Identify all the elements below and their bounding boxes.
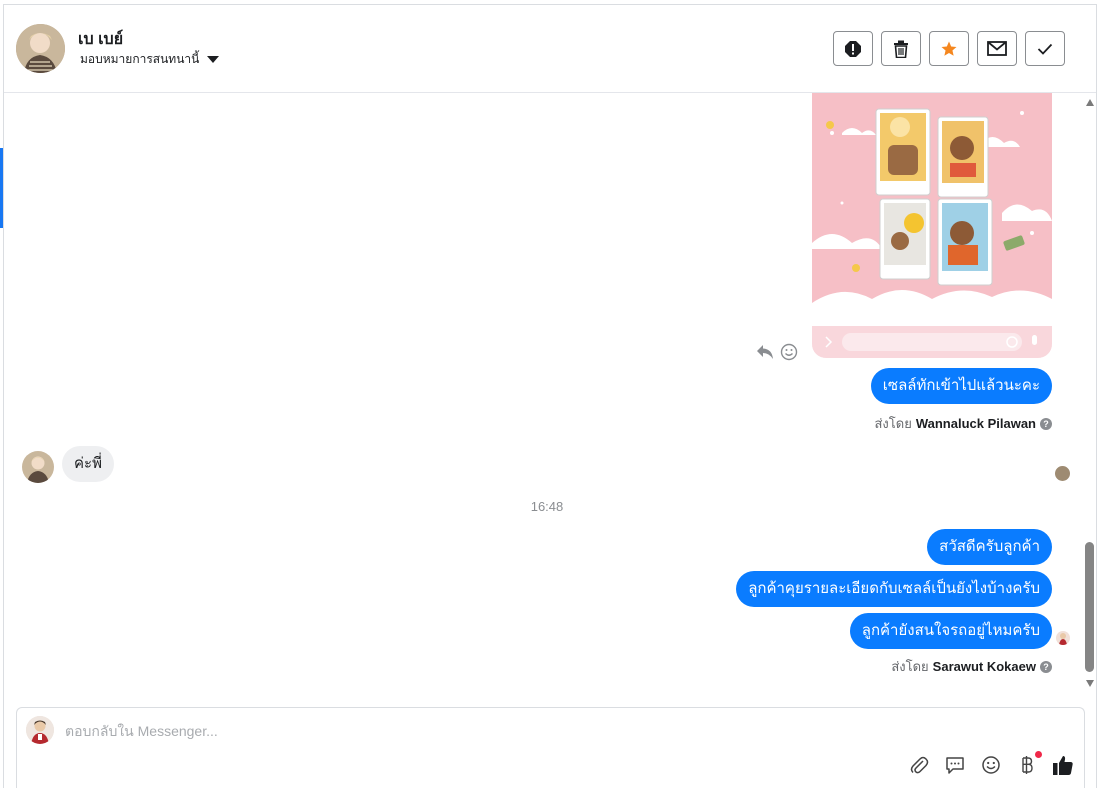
attach-icon [910, 756, 929, 774]
scroll-down-arrow-icon[interactable] [1086, 680, 1094, 687]
emoji-button[interactable] [980, 754, 1002, 776]
timestamp: 16:48 [530, 499, 564, 514]
sent-by-label: ส่งโดย Sarawut Kokaew ? [891, 656, 1052, 677]
scroll-thumb[interactable] [1085, 542, 1094, 672]
attach-button[interactable] [908, 754, 930, 776]
assign-conversation-dropdown[interactable]: มอบหมายการสนทนานี้ [80, 50, 220, 69]
sent-by-prefix: ส่งโดย [891, 659, 929, 674]
trash-icon [894, 40, 908, 58]
mark-done-button[interactable] [1025, 31, 1065, 66]
reply-input[interactable] [65, 720, 965, 742]
saved-replies-button[interactable] [944, 754, 966, 776]
contact-avatar-small [22, 451, 54, 483]
mark-spam-button[interactable] [833, 31, 873, 66]
contact-avatar[interactable] [16, 24, 65, 73]
composer-toolbar [908, 751, 1074, 776]
reply-icon[interactable] [756, 344, 774, 360]
baht-icon [1022, 756, 1033, 774]
payment-button[interactable] [1016, 751, 1042, 776]
header-actions [833, 31, 1065, 66]
agent-avatar [26, 716, 54, 744]
sender-name: Sarawut Kokaew [932, 659, 1036, 674]
outgoing-message[interactable]: ลูกค้าคุยรายละเอียดกับเซลล์เป็นยังไงบ้าง… [736, 571, 1052, 607]
star-button[interactable] [929, 31, 969, 66]
image-attachment[interactable] [812, 93, 1052, 358]
contact-name: เบ เบย์ [78, 31, 124, 48]
check-icon [1037, 43, 1053, 55]
mark-unread-button[interactable] [977, 31, 1017, 66]
thread-scrollbar[interactable] [1084, 93, 1097, 695]
message-thread[interactable]: เซลล์ทักเข้าไปแล้วนะคะ ส่งโดย Wannaluck … [4, 93, 1084, 695]
message-tools [756, 343, 798, 361]
sent-by-prefix: ส่งโดย [874, 416, 912, 431]
emoji-icon [982, 756, 1000, 774]
outgoing-message[interactable]: เซลล์ทักเข้าไปแล้วนะคะ [870, 368, 1052, 404]
help-icon[interactable]: ? [1040, 417, 1052, 430]
assign-label: มอบหมายการสนทนานี้ [80, 52, 200, 66]
scroll-up-arrow-icon[interactable] [1086, 99, 1094, 106]
outgoing-message[interactable]: ลูกค้ายังสนใจรถอยู่ไหมครับ [849, 613, 1052, 649]
conversation-header: เบ เบย์ มอบหมายการสนทนานี้ [4, 5, 1096, 93]
chat-bubble-icon [946, 757, 964, 774]
envelope-icon [987, 41, 1007, 56]
reply-composer [16, 707, 1085, 788]
sender-name: Wannaluck Pilawan [915, 416, 1036, 431]
alert-icon [845, 40, 861, 57]
active-indicator [0, 148, 3, 228]
help-icon[interactable]: ? [1040, 660, 1052, 673]
incoming-message[interactable]: ค่ะพี่ [62, 446, 114, 482]
outgoing-message[interactable]: สวัสดีครับลูกค้า [927, 529, 1052, 565]
caret-down-icon [207, 56, 220, 63]
like-button[interactable] [1052, 754, 1074, 776]
sent-by-label: ส่งโดย Wannaluck Pilawan ? [874, 413, 1052, 434]
notification-dot [1035, 751, 1042, 758]
seen-avatar [1055, 466, 1070, 481]
thumbs-up-icon [1053, 756, 1073, 775]
star-icon [941, 41, 957, 56]
emoji-icon[interactable] [780, 343, 798, 361]
delete-button[interactable] [881, 31, 921, 66]
sender-avatar-small [1056, 631, 1070, 645]
